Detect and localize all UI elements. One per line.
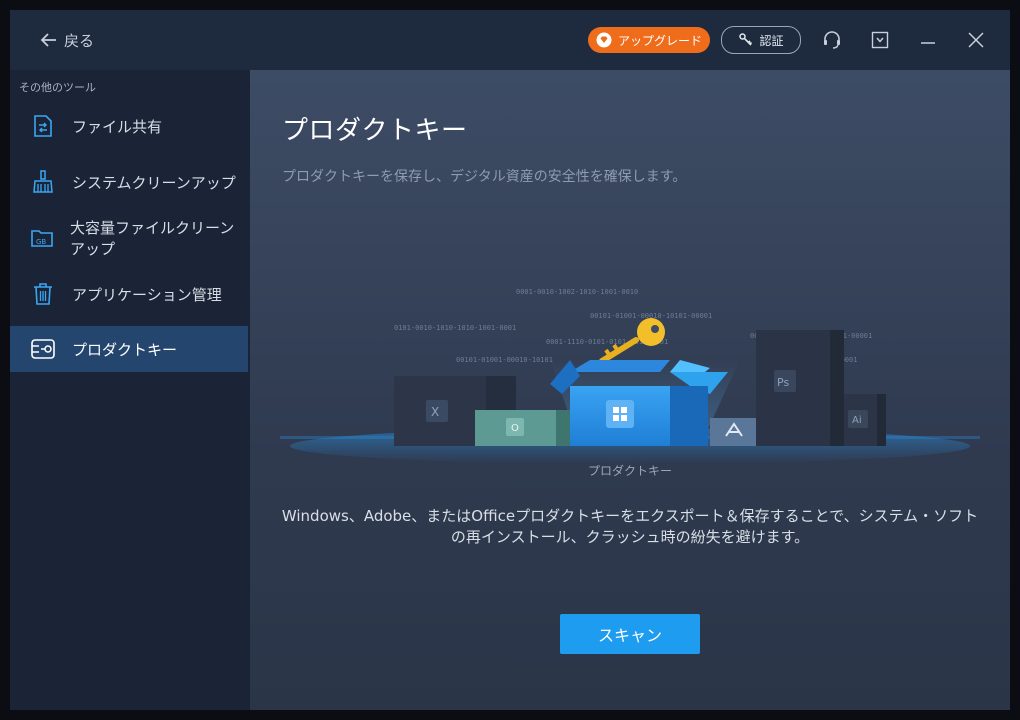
binary-text: 0001-0010-1002-1010-1001-0010 — [516, 288, 638, 296]
app-window: 戻る アップグレード 認証 その他のツール ファイル共有 システムクリーンアップ… — [10, 10, 1010, 710]
svg-text:GB: GB — [36, 238, 46, 246]
scan-button[interactable]: スキャン — [560, 614, 700, 654]
broom-icon — [30, 169, 56, 195]
sidebar-item-label: アプリケーション管理 — [72, 285, 222, 304]
main-panel: プロダクトキー プロダクトキーを保存し、デジタル資産の安全性を確保します。 00… — [250, 70, 1010, 710]
photoshop-app-label: Ps — [777, 376, 789, 389]
menu-dropdown-button[interactable] — [868, 28, 892, 52]
sidebar-item-app-management[interactable]: アプリケーション管理 — [10, 271, 248, 317]
product-key-illustration: 0001-0010-1002-1010-1001-0010 00101-0100… — [280, 288, 980, 464]
close-button[interactable] — [964, 28, 988, 52]
binary-text: 00101-01001-00010-10101 — [456, 356, 553, 364]
illustration-caption: プロダクトキー — [587, 464, 672, 478]
illustrator-app-label: Ai — [852, 415, 862, 426]
sidebar-item-label: プロダクトキー — [72, 340, 178, 359]
title-bar: 戻る アップグレード 認証 — [10, 10, 1010, 70]
upgrade-button[interactable]: アップグレード — [588, 27, 710, 53]
sidebar-item-large-file-cleanup[interactable]: GB 大容量ファイルクリーンアップ — [10, 215, 248, 261]
page-title: プロダクトキー — [282, 116, 468, 146]
minimize-button[interactable] — [916, 28, 940, 52]
excel-app-label: X — [431, 405, 439, 419]
auth-label: 認証 — [759, 33, 784, 48]
upgrade-label: アップグレード — [617, 33, 702, 48]
sidebar-item-label: 大容量ファイルクリーンアップ — [70, 219, 235, 258]
arrow-left-icon — [40, 33, 56, 47]
binary-text: 0101-0010-1010-1010-1001-0001 — [394, 324, 516, 332]
gb-folder-icon: GB — [30, 225, 54, 251]
section-label: その他のツール — [19, 81, 96, 94]
sidebar: その他のツール ファイル共有 システムクリーンアップ GB 大容量ファイルクリー… — [10, 70, 250, 710]
sidebar-item-file-share[interactable]: ファイル共有 — [10, 103, 248, 149]
sidebar-item-system-cleanup[interactable]: システムクリーンアップ — [10, 159, 248, 205]
auth-button[interactable]: 認証 — [721, 26, 801, 54]
sidebar-item-product-key[interactable]: プロダクトキー — [10, 326, 248, 372]
minimize-icon — [921, 42, 935, 44]
headset-support-button[interactable] — [820, 28, 844, 52]
back-label: 戻る — [64, 31, 95, 50]
diamond-icon — [596, 32, 612, 48]
close-icon — [968, 32, 984, 48]
trash-icon — [30, 281, 56, 307]
headset-icon — [824, 31, 840, 49]
sidebar-item-label: ファイル共有 — [72, 117, 163, 136]
page-subtitle: プロダクトキーを保存し、デジタル資産の安全性を確保します。 — [282, 169, 687, 185]
sidebar-item-label: システムクリーンアップ — [72, 173, 236, 192]
feature-description: Windows、Adobe、またはOfficeプロダクトキーをエクスポート＆保存… — [281, 507, 979, 546]
outlook-app-label: O — [511, 423, 519, 434]
back-button[interactable]: 戻る — [40, 28, 94, 52]
key-icon — [739, 33, 753, 46]
file-share-icon — [30, 113, 56, 139]
key-drive-icon — [30, 336, 56, 362]
dropdown-box-icon — [871, 31, 889, 49]
